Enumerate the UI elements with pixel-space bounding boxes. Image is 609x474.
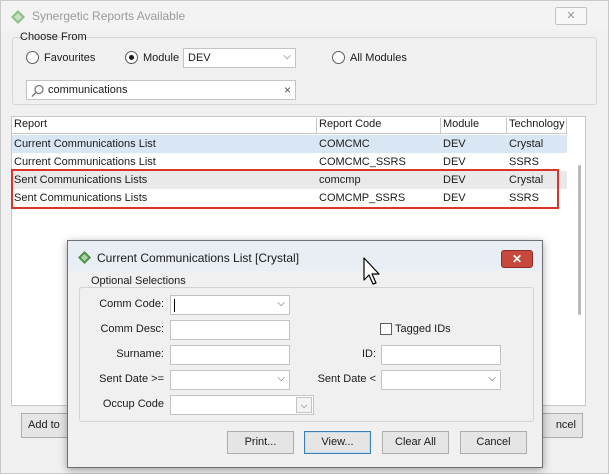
occup-code-dropdown[interactable]: ⌵ (170, 395, 314, 415)
choose-from-label: Choose From (20, 31, 87, 43)
column-header-technology[interactable]: Technology (507, 118, 567, 133)
favourites-radio-label: Favourites (44, 51, 96, 64)
mouse-pointer-icon (363, 257, 380, 285)
all-modules-radio[interactable]: All Modules (332, 51, 407, 64)
sent-date-from-label: Sent Date >= (99, 373, 164, 385)
text-caret (174, 299, 175, 312)
module-radio-label: Module (143, 51, 180, 64)
reports-window-titlebar: Synergetic Reports Available ✕ (1, 1, 608, 31)
comm-desc-field[interactable] (170, 320, 290, 340)
comm-code-dropdown[interactable]: ⌵ (170, 295, 290, 315)
comm-code-label: Comm Code: (99, 298, 164, 310)
tagged-ids-checkbox-box[interactable] (380, 323, 392, 335)
optional-selections-label: Optional Selections (89, 275, 188, 287)
sent-date-to-picker[interactable]: ⌵ (381, 370, 501, 390)
clear-all-button[interactable]: Clear All (382, 431, 449, 454)
module-dropdown-value: DEV (188, 52, 211, 64)
module-radio[interactable]: Module (125, 51, 179, 64)
column-header-report[interactable]: Report (12, 118, 317, 133)
search-icon (31, 84, 44, 98)
id-label: ID: (361, 348, 376, 360)
surname-label: Surname: (116, 348, 164, 360)
tagged-ids-checkbox[interactable]: Tagged IDs (380, 323, 451, 335)
cell-technology: Crystal (509, 138, 544, 150)
chevron-down-icon: ⌵ (283, 51, 291, 62)
cell-report-code: COMCMC (319, 138, 370, 150)
favourites-radio-circle[interactable] (26, 51, 39, 64)
chevron-down-icon: ⌵ (277, 373, 285, 384)
cell-report: Current Communications List (14, 156, 156, 168)
report-list-scrollbar[interactable] (578, 165, 581, 315)
report-list-header: Report Report Code Module Technology (12, 117, 567, 134)
favourites-radio[interactable]: Favourites (26, 51, 95, 64)
occup-code-label: Occup Code (102, 398, 164, 410)
column-header-module[interactable]: Module (441, 118, 507, 133)
report-search-input[interactable]: communications × (26, 80, 296, 100)
cell-module: DEV (443, 138, 466, 150)
surname-field[interactable] (170, 345, 290, 365)
report-options-dialog: Current Communications List [Crystal] ✕ … (67, 240, 543, 468)
module-radio-circle[interactable] (125, 51, 138, 64)
clear-search-icon[interactable]: × (284, 83, 291, 97)
dialog-titlebar[interactable]: Current Communications List [Crystal] ✕ (68, 241, 542, 271)
all-modules-radio-circle[interactable] (332, 51, 345, 64)
synergetic-app-icon (78, 251, 91, 264)
sent-date-to-label: Sent Date < (317, 373, 376, 385)
cell-report: Current Communications List (14, 138, 156, 150)
print-button[interactable]: Print... (227, 431, 294, 454)
column-header-report-code[interactable]: Report Code (317, 118, 441, 133)
view-button[interactable]: View... (304, 431, 371, 454)
chevron-down-icon: ⌵ (488, 373, 496, 384)
search-text: communications (48, 84, 128, 96)
dialog-title: Current Communications List [Crystal] (97, 251, 300, 265)
cancel-button[interactable]: Cancel (460, 431, 527, 454)
table-row[interactable]: Current Communications List COMCMC DEV C… (12, 135, 567, 153)
comm-desc-label: Comm Desc: (100, 323, 164, 335)
dialog-close-button[interactable]: ✕ (501, 250, 533, 268)
reports-window-title: Synergetic Reports Available (32, 9, 186, 23)
chevron-down-icon: ⌵ (277, 298, 285, 309)
cell-module: DEV (443, 156, 466, 168)
cell-report-code: COMCMC_SSRS (319, 156, 406, 168)
cell-technology: SSRS (509, 156, 539, 168)
sent-date-from-picker[interactable]: ⌵ (170, 370, 290, 390)
synergetic-app-icon (11, 10, 25, 24)
module-dropdown[interactable]: DEV ⌵ (183, 48, 296, 68)
tagged-ids-label: Tagged IDs (395, 323, 451, 335)
reports-window-close-button[interactable]: ✕ (555, 7, 587, 25)
chevron-down-icon[interactable]: ⌵ (296, 397, 312, 413)
all-modules-radio-label: All Modules (350, 51, 407, 64)
id-field[interactable] (381, 345, 501, 365)
highlight-annotation (11, 169, 559, 209)
